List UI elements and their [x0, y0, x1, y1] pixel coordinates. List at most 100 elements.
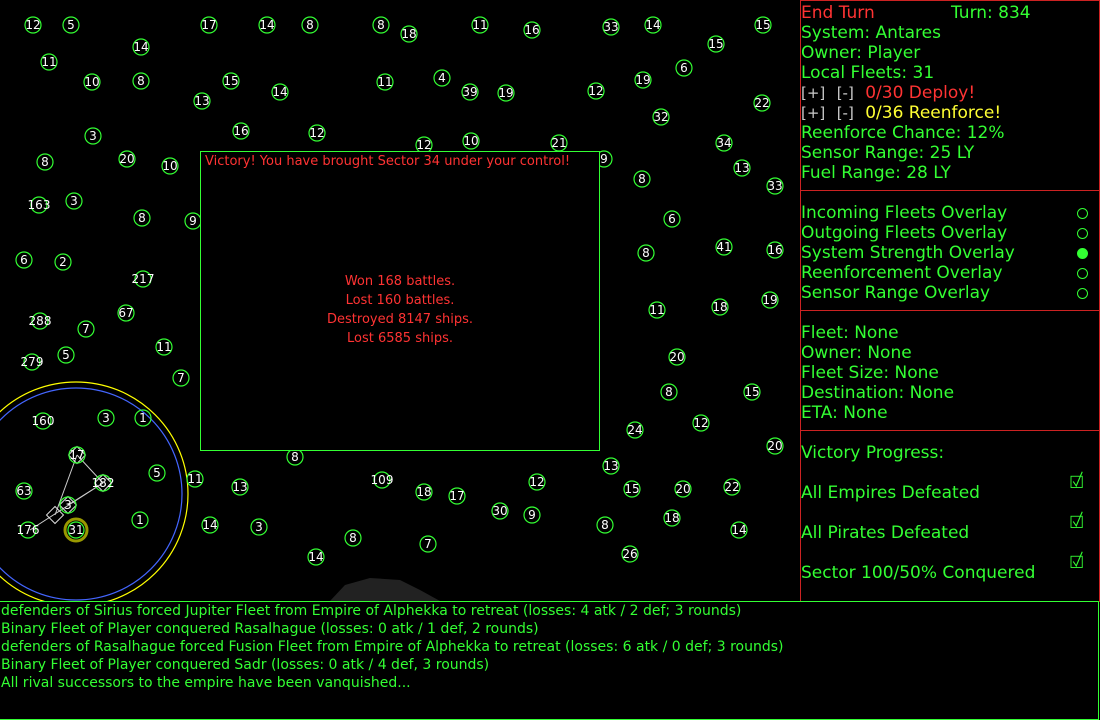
star-system[interactable]: 16 [766, 241, 784, 259]
star-system[interactable]: 11 [40, 53, 58, 71]
star-system[interactable]: 12 [692, 414, 710, 432]
overlay-sensor-radio[interactable] [1077, 288, 1088, 299]
deploy-minus-button[interactable]: [-] [837, 84, 854, 102]
star-system[interactable]: 10 [161, 157, 179, 175]
star-system[interactable]: 8 [637, 244, 655, 262]
star-system[interactable]: 18 [711, 298, 729, 316]
star-system[interactable]: 288 [29, 312, 52, 330]
star-system[interactable]: 7 [172, 369, 190, 387]
star-system[interactable]: 3 [65, 192, 83, 210]
star-system[interactable]: 11 [471, 16, 489, 34]
star-system[interactable]: 8 [132, 72, 150, 90]
star-system[interactable]: 22 [723, 478, 741, 496]
star-system[interactable]: 8 [372, 16, 390, 34]
overlay-system-strength[interactable]: System Strength Overlay [801, 243, 1015, 263]
event-log[interactable]: defenders of Sirius forced Jupiter Fleet… [0, 601, 1099, 720]
star-system[interactable]: 21 [550, 134, 568, 152]
star-system[interactable]: 34 [715, 134, 733, 152]
star-system[interactable]: 18 [415, 483, 433, 501]
star-system[interactable]: 16 [232, 122, 250, 140]
star-system[interactable]: 33 [766, 177, 784, 195]
star-system[interactable]: 8 [36, 153, 54, 171]
star-system[interactable]: 20 [674, 480, 692, 498]
star-system[interactable]: 63 [15, 482, 33, 500]
star-system[interactable]: 12 [24, 16, 42, 34]
star-system[interactable]: 17 [68, 446, 86, 464]
star-system[interactable]: 4 [433, 69, 451, 87]
star-system[interactable]: 12 [587, 82, 605, 100]
overlay-outgoing-radio[interactable] [1077, 228, 1088, 239]
star-system[interactable]: 33 [602, 18, 620, 36]
star-system[interactable]: 13 [733, 159, 751, 177]
star-system[interactable]: 13 [602, 457, 620, 475]
star-system[interactable]: 14 [644, 16, 662, 34]
victory-dialog[interactable]: Victory! You have brought Sector 34 unde… [200, 151, 600, 451]
star-system[interactable]: 19 [761, 291, 779, 309]
star-system[interactable]: 5 [57, 346, 75, 364]
star-system[interactable]: 13 [193, 92, 211, 110]
star-system[interactable]: 30 [491, 502, 509, 520]
star-system[interactable]: 6 [675, 59, 693, 77]
star-system[interactable]: 14 [730, 521, 748, 539]
star-system[interactable]: 8 [633, 170, 651, 188]
star-system[interactable]: 5 [148, 464, 166, 482]
star-system[interactable]: 6 [663, 210, 681, 228]
star-system[interactable]: 279 [21, 353, 44, 371]
star-system[interactable]: 11 [186, 470, 204, 488]
star-system[interactable]: 7 [419, 535, 437, 553]
end-turn-button[interactable]: End Turn [801, 3, 875, 23]
star-system[interactable]: 8 [301, 16, 319, 34]
star-system[interactable]: 41 [715, 238, 733, 256]
star-system[interactable]: 217 [132, 270, 155, 288]
star-system[interactable]: 3 [59, 496, 77, 514]
star-system[interactable]: 2 [54, 253, 72, 271]
star-system[interactable]: 109 [371, 471, 394, 489]
star-system[interactable]: 7 [77, 320, 95, 338]
star-system[interactable]: 39 [461, 83, 479, 101]
star-system[interactable]: 17 [200, 16, 218, 34]
star-system[interactable]: 14 [258, 16, 276, 34]
star-system[interactable]: 15 [623, 480, 641, 498]
star-system[interactable]: 20 [668, 348, 686, 366]
overlay-reenforcement[interactable]: Reenforcement Overlay [801, 263, 1003, 283]
star-map[interactable]: 12 5 17 14 8 8 18 11 16 33 14 15 14 11 15 10 8 15 13 14 11 4 3… [0, 0, 800, 607]
star-system[interactable]: 8 [133, 209, 151, 227]
star-system[interactable]: 15 [743, 383, 761, 401]
star-system[interactable]: 8 [286, 448, 304, 466]
deploy-status[interactable]: 0/30 Deploy! [865, 83, 975, 103]
star-system[interactable]: 67 [117, 304, 135, 322]
star-system[interactable]: 8 [596, 516, 614, 534]
star-system[interactable]: 19 [497, 84, 515, 102]
star-system[interactable]: 11 [376, 73, 394, 91]
star-system[interactable]: 3 [84, 127, 102, 145]
star-system[interactable]: 5 [62, 16, 80, 34]
star-system[interactable]: 20 [766, 437, 784, 455]
star-system[interactable]: 13 [231, 478, 249, 496]
star-system[interactable]: 26 [621, 545, 639, 563]
star-system[interactable]: 3 [250, 518, 268, 536]
star-system[interactable]: 8 [344, 529, 362, 547]
overlay-incoming-fleets[interactable]: Incoming Fleets Overlay [801, 203, 1007, 223]
star-system[interactable]: 24 [626, 421, 644, 439]
star-system[interactable]: 1 [134, 409, 152, 427]
star-system[interactable]: 32 [652, 108, 670, 126]
star-system[interactable]: 12 [308, 124, 326, 142]
star-system[interactable]: 9 [184, 212, 202, 230]
star-system[interactable]: 22 [753, 94, 771, 112]
star-system[interactable]: 15 [222, 72, 240, 90]
star-system[interactable]: 3 [97, 409, 115, 427]
star-system[interactable]: 182 [92, 474, 115, 492]
star-system[interactable]: 16 [523, 21, 541, 39]
star-system[interactable]: 6 [15, 251, 33, 269]
star-system[interactable]: 160 [32, 412, 55, 430]
star-system[interactable]: 8 [660, 383, 678, 401]
star-system[interactable]: 15 [754, 16, 772, 34]
reenforce-plus-button[interactable]: [+] [801, 104, 825, 122]
star-system[interactable]: 18 [400, 25, 418, 43]
star-system[interactable]: 1 [131, 511, 149, 529]
star-system[interactable]: 14 [271, 83, 289, 101]
star-system[interactable]: 19 [634, 71, 652, 89]
overlay-outgoing-fleets[interactable]: Outgoing Fleets Overlay [801, 223, 1007, 243]
star-system[interactable]: 163 [28, 196, 51, 214]
star-system[interactable]: 14 [307, 548, 325, 566]
